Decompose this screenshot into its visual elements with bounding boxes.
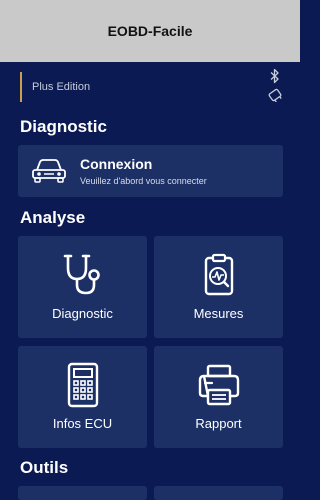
stethoscope-icon	[60, 252, 106, 298]
rapport-tile-label: Rapport	[195, 416, 242, 431]
infos-ecu-tile[interactable]: Infos ECU	[18, 346, 147, 448]
clipboard-chart-icon	[199, 252, 239, 298]
connexion-button[interactable]: Connexion Veuillez d'abord vous connecte…	[18, 145, 283, 197]
connexion-title: Connexion	[80, 156, 153, 172]
diagnostic-tile[interactable]: Diagnostic	[18, 236, 147, 338]
title-bar: EOBD-Facile	[0, 0, 300, 62]
app-title: EOBD-Facile	[107, 23, 193, 39]
bluetooth-icon	[270, 68, 279, 84]
mesures-tile-label: Mesures	[193, 306, 244, 321]
rapport-tile[interactable]: Rapport	[154, 346, 283, 448]
connexion-subtitle: Veuillez d'abord vous connecter	[80, 176, 207, 186]
mesures-tile[interactable]: Mesures	[154, 236, 283, 338]
obd-plug-icon	[268, 88, 282, 102]
edition-text: Plus Edition	[32, 81, 91, 93]
section-title-analyse: Analyse	[20, 208, 86, 227]
edition-label: Plus Edition	[20, 72, 90, 102]
calculator-icon	[66, 362, 100, 408]
car-icon	[18, 158, 80, 184]
diagnostic-tile-label: Diagnostic	[52, 306, 113, 321]
section-title-outils: Outils	[20, 458, 69, 477]
status-icons	[266, 68, 284, 102]
printer-icon	[196, 362, 242, 408]
outils-tile-right[interactable]	[154, 486, 283, 500]
outils-tile-left[interactable]	[18, 486, 147, 500]
section-title-diagnostic: Diagnostic	[20, 117, 107, 136]
infos-ecu-tile-label: Infos ECU	[52, 416, 113, 431]
